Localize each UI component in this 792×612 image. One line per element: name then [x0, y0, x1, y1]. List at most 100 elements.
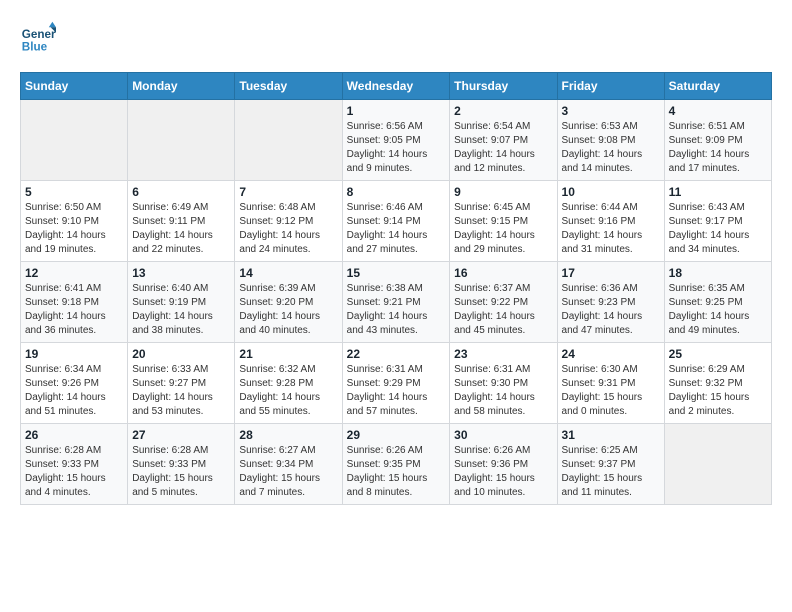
- day-info: Sunrise: 6:56 AM Sunset: 9:05 PM Dayligh…: [347, 120, 446, 176]
- day-info: Sunrise: 6:53 AM Sunset: 9:08 PM Dayligh…: [562, 120, 660, 176]
- day-number: 16: [454, 266, 552, 280]
- calendar-week-row: 26Sunrise: 6:28 AM Sunset: 9:33 PM Dayli…: [21, 424, 772, 505]
- calendar-cell: 12 Sunrise: 6:41 AM Sunset: 9:18 PM Dayli…: [21, 262, 128, 343]
- day-number: 21: [239, 347, 337, 361]
- page-header: General Blue: [20, 20, 772, 56]
- weekday-header-row: SundayMondayTuesdayWednesdayThursdayFrid…: [21, 73, 772, 100]
- day-info: Sunrise: 6:31 AM Sunset: 9:29 PM Dayligh…: [347, 363, 446, 419]
- day-info: Sunrise: 6:43 AM Sunset: 9:17 PM Dayligh…: [669, 201, 767, 257]
- calendar-cell: [21, 100, 128, 181]
- calendar-cell: [235, 100, 342, 181]
- calendar-table: SundayMondayTuesdayWednesdayThursdayFrid…: [20, 72, 772, 505]
- day-number: 13: [132, 266, 230, 280]
- calendar-cell: 31 Sunrise: 6:25 AM Sunset: 9:37 PM Dayli…: [557, 424, 664, 505]
- day-number: 30: [454, 428, 552, 442]
- day-info: Sunrise: 6:28 AM Sunset: 9:33 PM Dayligh…: [132, 444, 230, 500]
- svg-text:Blue: Blue: [22, 41, 48, 54]
- day-info: Sunrise: 6:44 AM Sunset: 9:16 PM Dayligh…: [562, 201, 660, 257]
- calendar-cell: 3Sunrise: 6:53 AM Sunset: 9:08 PM Daylig…: [557, 100, 664, 181]
- calendar-cell: 5 Sunrise: 6:50 AM Sunset: 9:10 PM Daylig…: [21, 181, 128, 262]
- day-info: Sunrise: 6:30 AM Sunset: 9:31 PM Dayligh…: [562, 363, 660, 419]
- calendar-cell: 30 Sunrise: 6:26 AM Sunset: 9:36 PM Dayli…: [450, 424, 557, 505]
- day-number: 9: [454, 185, 552, 199]
- day-number: 17: [562, 266, 660, 280]
- day-info: Sunrise: 6:40 AM Sunset: 9:19 PM Dayligh…: [132, 282, 230, 338]
- calendar-cell: 9 Sunrise: 6:45 AM Sunset: 9:15 PM Daylig…: [450, 181, 557, 262]
- calendar-cell: 28Sunrise: 6:27 AM Sunset: 9:34 PM Dayli…: [235, 424, 342, 505]
- calendar-cell: 27 Sunrise: 6:28 AM Sunset: 9:33 PM Dayli…: [128, 424, 235, 505]
- day-number: 10: [562, 185, 660, 199]
- weekday-header-monday: Monday: [128, 73, 235, 100]
- day-info: Sunrise: 6:41 AM Sunset: 9:18 PM Dayligh…: [25, 282, 123, 338]
- calendar-cell: 4Sunrise: 6:51 AM Sunset: 9:09 PM Daylig…: [664, 100, 771, 181]
- day-info: Sunrise: 6:29 AM Sunset: 9:32 PM Dayligh…: [669, 363, 767, 419]
- day-info: Sunrise: 6:26 AM Sunset: 9:35 PM Dayligh…: [347, 444, 446, 500]
- day-number: 27: [132, 428, 230, 442]
- calendar-cell: 2 Sunrise: 6:54 AM Sunset: 9:07 PM Daylig…: [450, 100, 557, 181]
- svg-text:General: General: [22, 28, 56, 41]
- calendar-cell: 15Sunrise: 6:38 AM Sunset: 9:21 PM Dayli…: [342, 262, 450, 343]
- day-number: 24: [562, 347, 660, 361]
- calendar-cell: 20Sunrise: 6:33 AM Sunset: 9:27 PM Dayli…: [128, 343, 235, 424]
- calendar-cell: 25 Sunrise: 6:29 AM Sunset: 9:32 PM Dayli…: [664, 343, 771, 424]
- day-number: 29: [347, 428, 446, 442]
- day-number: 6: [132, 185, 230, 199]
- day-number: 14: [239, 266, 337, 280]
- weekday-header-tuesday: Tuesday: [235, 73, 342, 100]
- calendar-cell: 14 Sunrise: 6:39 AM Sunset: 9:20 PM Dayli…: [235, 262, 342, 343]
- day-number: 25: [669, 347, 767, 361]
- logo-icon: General Blue: [20, 20, 56, 56]
- day-info: Sunrise: 6:45 AM Sunset: 9:15 PM Dayligh…: [454, 201, 552, 257]
- calendar-cell: 23 Sunrise: 6:31 AM Sunset: 9:30 PM Dayli…: [450, 343, 557, 424]
- calendar-cell: 16Sunrise: 6:37 AM Sunset: 9:22 PM Dayli…: [450, 262, 557, 343]
- calendar-cell: 7Sunrise: 6:48 AM Sunset: 9:12 PM Daylig…: [235, 181, 342, 262]
- day-info: Sunrise: 6:39 AM Sunset: 9:20 PM Dayligh…: [239, 282, 337, 338]
- day-number: 11: [669, 185, 767, 199]
- day-number: 7: [239, 185, 337, 199]
- day-info: Sunrise: 6:32 AM Sunset: 9:28 PM Dayligh…: [239, 363, 337, 419]
- day-info: Sunrise: 6:38 AM Sunset: 9:21 PM Dayligh…: [347, 282, 446, 338]
- calendar-cell: 17 Sunrise: 6:36 AM Sunset: 9:23 PM Dayli…: [557, 262, 664, 343]
- day-number: 5: [25, 185, 123, 199]
- day-info: Sunrise: 6:36 AM Sunset: 9:23 PM Dayligh…: [562, 282, 660, 338]
- logo: General Blue: [20, 20, 56, 56]
- calendar-cell: 21 Sunrise: 6:32 AM Sunset: 9:28 PM Dayli…: [235, 343, 342, 424]
- day-info: Sunrise: 6:50 AM Sunset: 9:10 PM Dayligh…: [25, 201, 123, 257]
- day-info: Sunrise: 6:35 AM Sunset: 9:25 PM Dayligh…: [669, 282, 767, 338]
- calendar-cell: 6 Sunrise: 6:49 AM Sunset: 9:11 PM Daylig…: [128, 181, 235, 262]
- calendar-cell: 1Sunrise: 6:56 AM Sunset: 9:05 PM Daylig…: [342, 100, 450, 181]
- day-info: Sunrise: 6:54 AM Sunset: 9:07 PM Dayligh…: [454, 120, 552, 176]
- calendar-cell: 13 Sunrise: 6:40 AM Sunset: 9:19 PM Dayli…: [128, 262, 235, 343]
- day-info: Sunrise: 6:46 AM Sunset: 9:14 PM Dayligh…: [347, 201, 446, 257]
- calendar-week-row: 19Sunrise: 6:34 AM Sunset: 9:26 PM Dayli…: [21, 343, 772, 424]
- day-info: Sunrise: 6:25 AM Sunset: 9:37 PM Dayligh…: [562, 444, 660, 500]
- calendar-cell: 29 Sunrise: 6:26 AM Sunset: 9:35 PM Dayli…: [342, 424, 450, 505]
- day-info: Sunrise: 6:31 AM Sunset: 9:30 PM Dayligh…: [454, 363, 552, 419]
- calendar-cell: 22 Sunrise: 6:31 AM Sunset: 9:29 PM Dayli…: [342, 343, 450, 424]
- calendar-week-row: 1Sunrise: 6:56 AM Sunset: 9:05 PM Daylig…: [21, 100, 772, 181]
- calendar-cell: 8 Sunrise: 6:46 AM Sunset: 9:14 PM Daylig…: [342, 181, 450, 262]
- weekday-header-sunday: Sunday: [21, 73, 128, 100]
- calendar-cell: [128, 100, 235, 181]
- day-number: 18: [669, 266, 767, 280]
- day-info: Sunrise: 6:34 AM Sunset: 9:26 PM Dayligh…: [25, 363, 123, 419]
- day-info: Sunrise: 6:26 AM Sunset: 9:36 PM Dayligh…: [454, 444, 552, 500]
- day-number: 2: [454, 104, 552, 118]
- day-number: 12: [25, 266, 123, 280]
- calendar-cell: 24 Sunrise: 6:30 AM Sunset: 9:31 PM Dayli…: [557, 343, 664, 424]
- day-number: 23: [454, 347, 552, 361]
- weekday-header-saturday: Saturday: [664, 73, 771, 100]
- day-info: Sunrise: 6:51 AM Sunset: 9:09 PM Dayligh…: [669, 120, 767, 176]
- day-info: Sunrise: 6:49 AM Sunset: 9:11 PM Dayligh…: [132, 201, 230, 257]
- day-info: Sunrise: 6:27 AM Sunset: 9:34 PM Dayligh…: [239, 444, 337, 500]
- weekday-header-thursday: Thursday: [450, 73, 557, 100]
- calendar-cell: 11 Sunrise: 6:43 AM Sunset: 9:17 PM Dayli…: [664, 181, 771, 262]
- day-info: Sunrise: 6:28 AM Sunset: 9:33 PM Dayligh…: [25, 444, 123, 500]
- day-number: 8: [347, 185, 446, 199]
- calendar-week-row: 12 Sunrise: 6:41 AM Sunset: 9:18 PM Dayli…: [21, 262, 772, 343]
- day-number: 31: [562, 428, 660, 442]
- calendar-cell: 19Sunrise: 6:34 AM Sunset: 9:26 PM Dayli…: [21, 343, 128, 424]
- calendar-cell: 18 Sunrise: 6:35 AM Sunset: 9:25 PM Dayli…: [664, 262, 771, 343]
- day-number: 22: [347, 347, 446, 361]
- calendar-cell: 26Sunrise: 6:28 AM Sunset: 9:33 PM Dayli…: [21, 424, 128, 505]
